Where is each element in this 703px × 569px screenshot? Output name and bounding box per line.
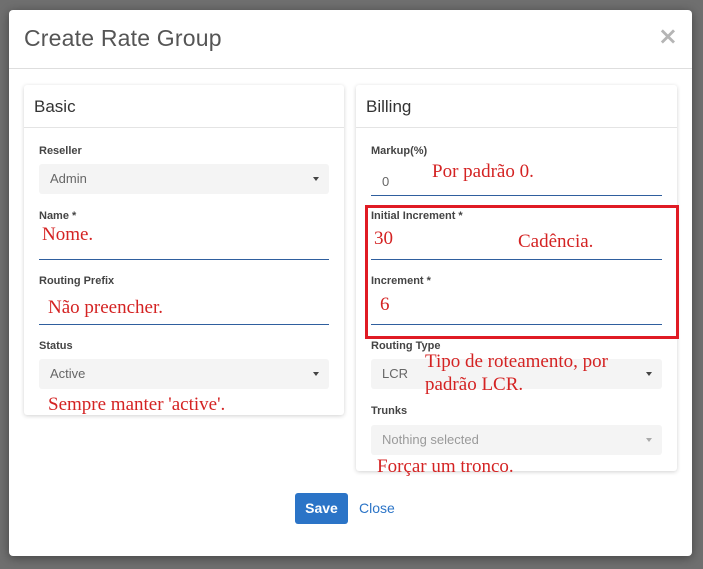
highlight-box bbox=[365, 205, 679, 339]
basic-card: Basic Reseller Admin Name * Routing Pref… bbox=[24, 85, 344, 415]
trunks-select[interactable]: Nothing selected bbox=[371, 425, 662, 455]
modal-title: Create Rate Group bbox=[24, 25, 222, 51]
basic-card-title: Basic bbox=[34, 97, 76, 116]
close-icon[interactable]: × bbox=[658, 22, 678, 50]
status-select[interactable]: Active bbox=[39, 359, 329, 389]
divider bbox=[356, 127, 677, 128]
billing-card-title: Billing bbox=[366, 97, 412, 116]
reseller-label: Reseller bbox=[39, 145, 82, 157]
divider bbox=[24, 127, 344, 128]
create-rate-group-modal: Create Rate Group × Basic Reseller Admin… bbox=[9, 10, 692, 556]
caret-down-icon bbox=[646, 372, 652, 376]
trunks-label: Trunks bbox=[371, 405, 408, 417]
caret-down-icon bbox=[646, 438, 652, 442]
annotation-routing-type-line2: padrão LCR. bbox=[425, 374, 524, 395]
reseller-value: Admin bbox=[50, 171, 87, 186]
annotation-status: Sempre manter 'active'. bbox=[48, 394, 226, 415]
increment-value: 6 bbox=[380, 294, 390, 315]
caret-down-icon bbox=[313, 177, 319, 181]
annotation-increment: Cadência. bbox=[518, 231, 594, 252]
save-button[interactable]: Save bbox=[295, 493, 348, 524]
close-button[interactable]: Close bbox=[359, 500, 395, 516]
annotation-markup: Por padrão 0. bbox=[432, 161, 534, 182]
markup-label: Markup(%) bbox=[371, 145, 428, 157]
modal-header: Create Rate Group × bbox=[9, 10, 692, 69]
annotation-routing-type-line1: Tipo de roteamento, por bbox=[425, 351, 608, 372]
caret-down-icon bbox=[313, 372, 319, 376]
initial-increment-value: 30 bbox=[374, 228, 393, 249]
name-label: Name * bbox=[39, 210, 77, 222]
annotation-name: Nome. bbox=[42, 224, 94, 245]
routing-prefix-label: Routing Prefix bbox=[39, 275, 115, 287]
trunks-placeholder: Nothing selected bbox=[382, 432, 479, 447]
annotation-routing-prefix: Não preencher. bbox=[48, 297, 163, 318]
annotation-trunks: Forçar um tronco. bbox=[377, 456, 514, 477]
reseller-select[interactable]: Admin bbox=[39, 164, 329, 194]
status-label: Status bbox=[39, 340, 73, 352]
status-value: Active bbox=[50, 366, 86, 381]
routing-type-value: LCR bbox=[382, 366, 409, 381]
